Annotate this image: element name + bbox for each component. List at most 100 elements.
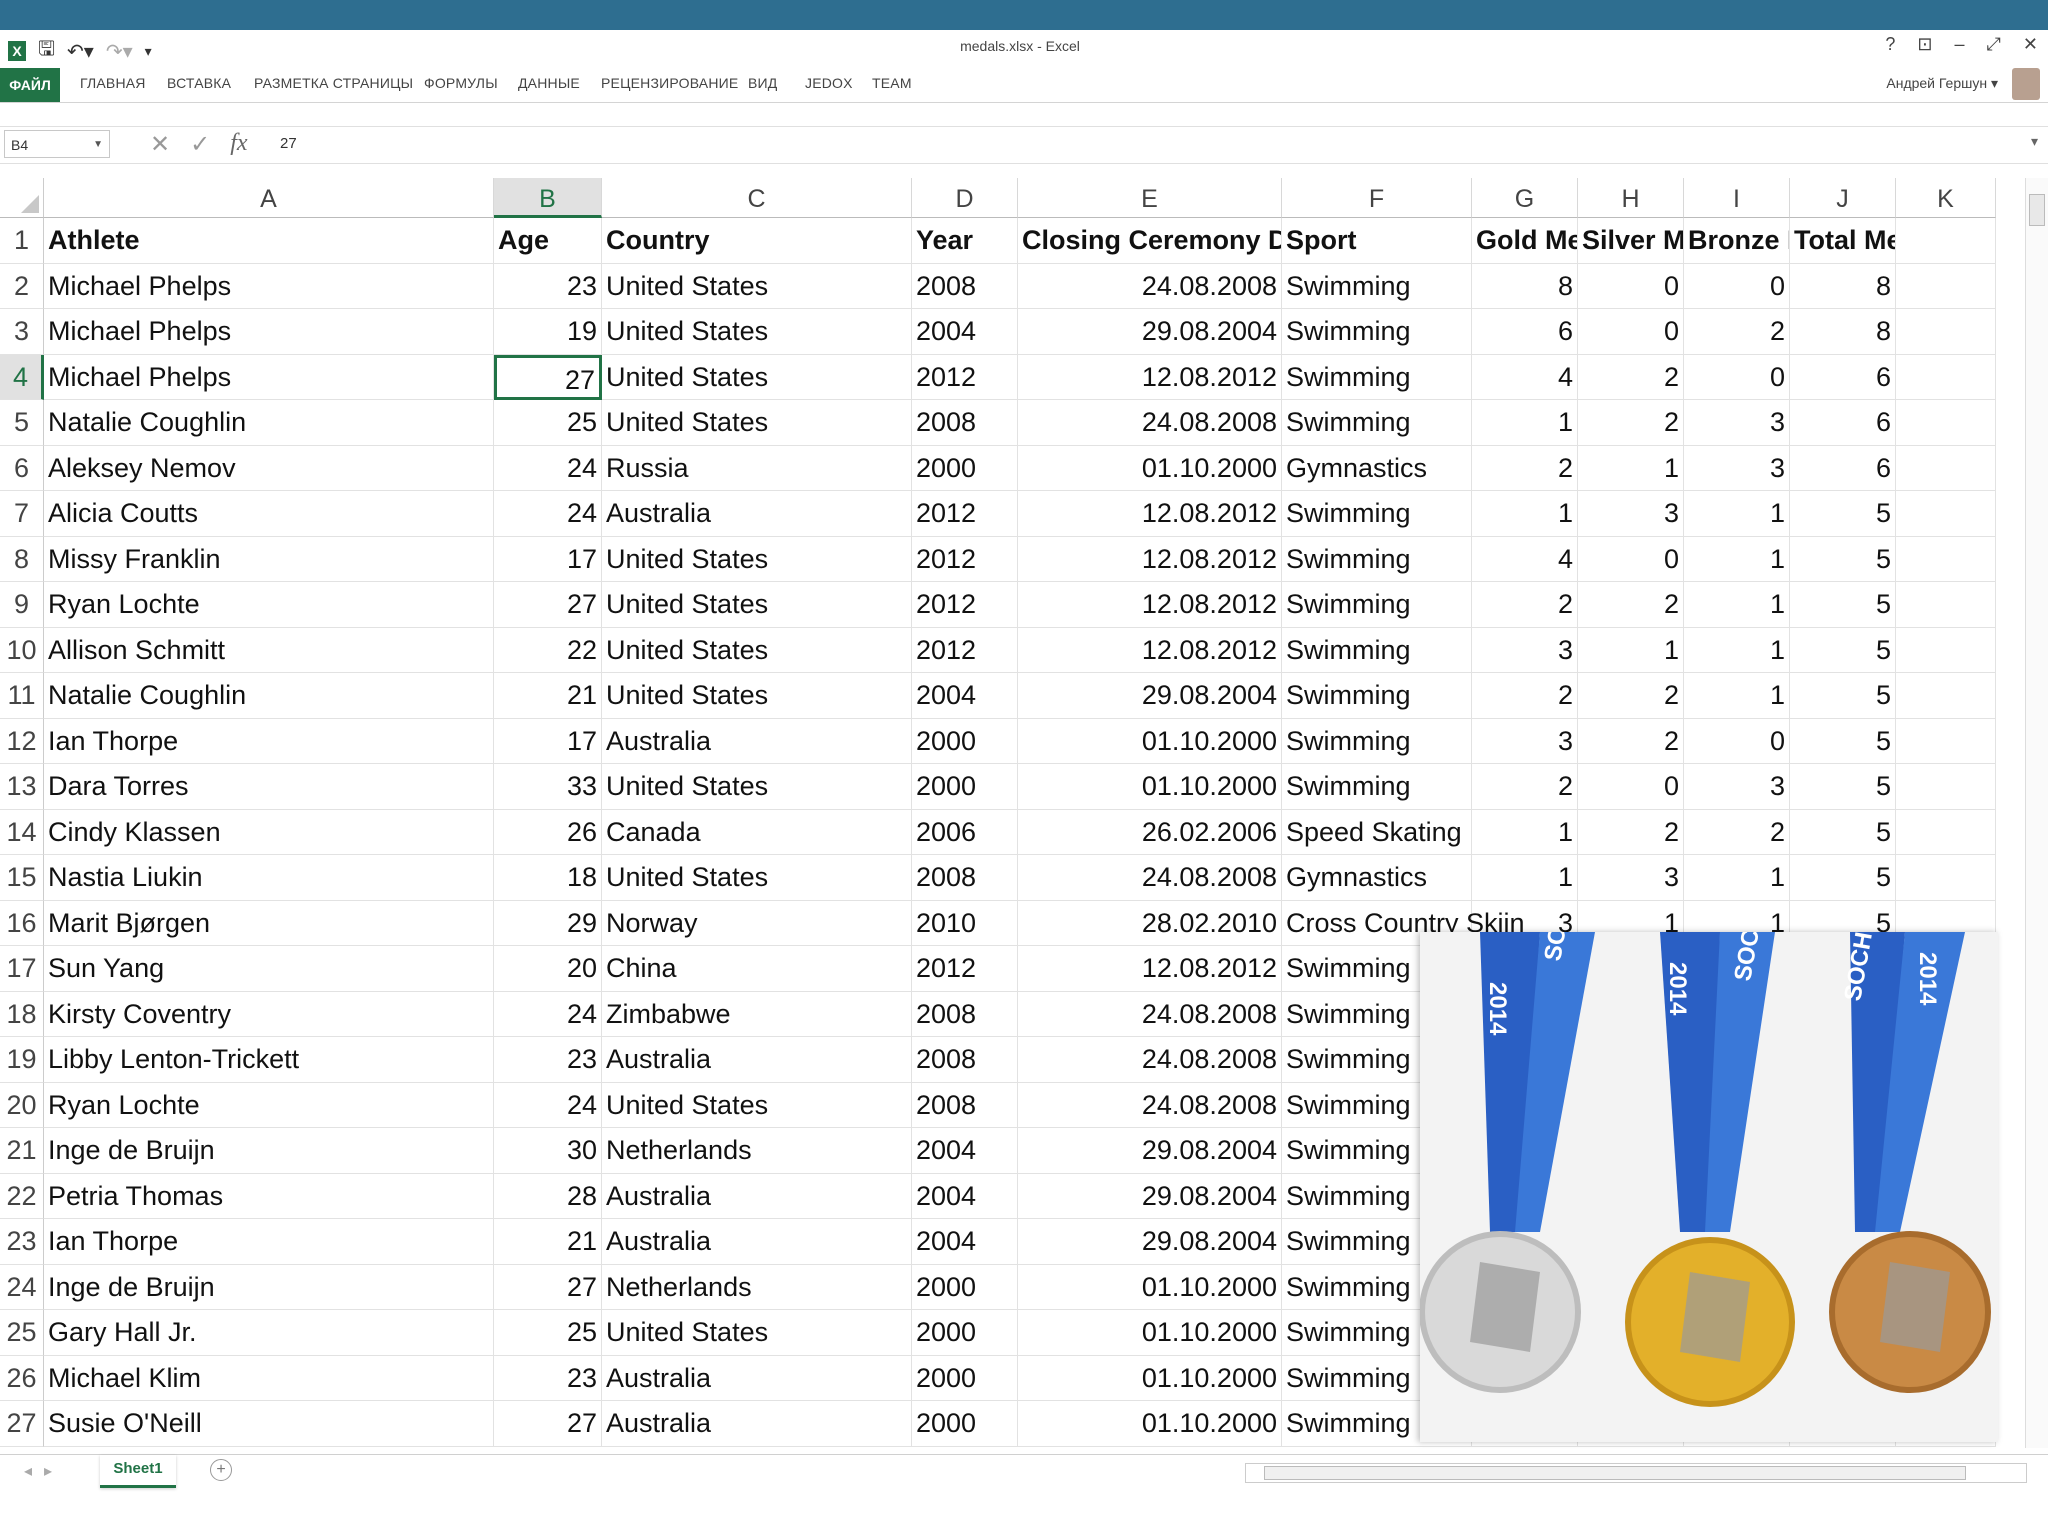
- help-icon[interactable]: ?: [1885, 34, 1895, 55]
- cell-h5[interactable]: 2: [1578, 400, 1684, 446]
- cell-b17[interactable]: 20: [494, 946, 602, 992]
- row-header[interactable]: 12: [0, 718, 44, 764]
- cell-b27[interactable]: 27: [494, 1401, 602, 1447]
- cell-k3[interactable]: [1896, 309, 1996, 355]
- cell-c19[interactable]: Australia: [602, 1037, 912, 1083]
- cell-a13[interactable]: Dara Torres: [44, 764, 494, 810]
- tab-home[interactable]: ГЛАВНАЯ: [80, 75, 146, 91]
- cell-g15[interactable]: 1: [1472, 855, 1578, 901]
- cell-c26[interactable]: Australia: [602, 1355, 912, 1401]
- cell-f7[interactable]: Swimming: [1282, 491, 1472, 537]
- cell-e11[interactable]: 29.08.2004: [1018, 673, 1282, 719]
- cell-k7[interactable]: [1896, 491, 1996, 537]
- tab-data[interactable]: ДАННЫЕ: [518, 75, 580, 91]
- cell-b19[interactable]: 23: [494, 1037, 602, 1083]
- cell-a24[interactable]: Inge de Bruijn: [44, 1264, 494, 1310]
- name-box[interactable]: B4 ▼: [4, 130, 110, 158]
- cell-a2[interactable]: Michael Phelps: [44, 263, 494, 309]
- cell-c7[interactable]: Australia: [602, 491, 912, 537]
- tab-sheet1[interactable]: Sheet1: [100, 1455, 176, 1488]
- cell-e7[interactable]: 12.08.2012: [1018, 491, 1282, 537]
- cell-i13[interactable]: 3: [1684, 764, 1790, 810]
- cell-b1[interactable]: Age: [494, 218, 602, 264]
- cell-i6[interactable]: 3: [1684, 445, 1790, 491]
- avatar[interactable]: [2012, 68, 2040, 100]
- cell-b6[interactable]: 24: [494, 445, 602, 491]
- cell-g2[interactable]: 8: [1472, 263, 1578, 309]
- cell-a6[interactable]: Aleksey Nemov: [44, 445, 494, 491]
- cell-j14[interactable]: 5: [1790, 809, 1896, 855]
- cell-k6[interactable]: [1896, 445, 1996, 491]
- cell-b7[interactable]: 24: [494, 491, 602, 537]
- column-header-e[interactable]: E: [1018, 178, 1282, 218]
- cell-h1[interactable]: Silver Me: [1578, 218, 1684, 264]
- cell-e13[interactable]: 01.10.2000: [1018, 764, 1282, 810]
- cell-g4[interactable]: 4: [1472, 354, 1578, 400]
- cell-e3[interactable]: 29.08.2004: [1018, 309, 1282, 355]
- cancel-icon[interactable]: ✕: [150, 130, 170, 159]
- cell-e16[interactable]: 28.02.2010: [1018, 900, 1282, 946]
- cell-d24[interactable]: 2000: [912, 1264, 1018, 1310]
- cell-i3[interactable]: 2: [1684, 309, 1790, 355]
- cell-d11[interactable]: 2004: [912, 673, 1018, 719]
- row-header[interactable]: 10: [0, 627, 44, 673]
- cell-j13[interactable]: 5: [1790, 764, 1896, 810]
- cell-d10[interactable]: 2012: [912, 627, 1018, 673]
- cell-e18[interactable]: 24.08.2008: [1018, 991, 1282, 1037]
- row-header[interactable]: 26: [0, 1355, 44, 1401]
- cell-c18[interactable]: Zimbabwe: [602, 991, 912, 1037]
- cell-c9[interactable]: United States: [602, 582, 912, 628]
- cell-b3[interactable]: 19: [494, 309, 602, 355]
- horizontal-scrollbar[interactable]: [1245, 1463, 2027, 1483]
- cell-d9[interactable]: 2012: [912, 582, 1018, 628]
- cell-a10[interactable]: Allison Schmitt: [44, 627, 494, 673]
- cell-b24[interactable]: 27: [494, 1264, 602, 1310]
- vertical-scrollbar[interactable]: [2025, 178, 2048, 1448]
- cell-e19[interactable]: 24.08.2008: [1018, 1037, 1282, 1083]
- cell-e25[interactable]: 01.10.2000: [1018, 1310, 1282, 1356]
- cell-i9[interactable]: 1: [1684, 582, 1790, 628]
- cell-c12[interactable]: Australia: [602, 718, 912, 764]
- row-header[interactable]: 19: [0, 1037, 44, 1083]
- cell-f3[interactable]: Swimming: [1282, 309, 1472, 355]
- ribbon-display-icon[interactable]: ⊡: [1917, 34, 1932, 55]
- cell-j15[interactable]: 5: [1790, 855, 1896, 901]
- cell-c10[interactable]: United States: [602, 627, 912, 673]
- row-header[interactable]: 16: [0, 900, 44, 946]
- cell-k8[interactable]: [1896, 536, 1996, 582]
- cell-c16[interactable]: Norway: [602, 900, 912, 946]
- cell-b15[interactable]: 18: [494, 855, 602, 901]
- cell-c25[interactable]: United States: [602, 1310, 912, 1356]
- cell-e15[interactable]: 24.08.2008: [1018, 855, 1282, 901]
- cell-g7[interactable]: 1: [1472, 491, 1578, 537]
- cell-d23[interactable]: 2004: [912, 1219, 1018, 1265]
- cell-b25[interactable]: 25: [494, 1310, 602, 1356]
- cell-e27[interactable]: 01.10.2000: [1018, 1401, 1282, 1447]
- row-header[interactable]: 9: [0, 582, 44, 628]
- tab-view[interactable]: ВИД: [748, 75, 777, 91]
- cell-j10[interactable]: 5: [1790, 627, 1896, 673]
- cell-d2[interactable]: 2008: [912, 263, 1018, 309]
- cell-c3[interactable]: United States: [602, 309, 912, 355]
- cell-i12[interactable]: 0: [1684, 718, 1790, 764]
- cell-g14[interactable]: 1: [1472, 809, 1578, 855]
- cell-e6[interactable]: 01.10.2000: [1018, 445, 1282, 491]
- cell-a7[interactable]: Alicia Coutts: [44, 491, 494, 537]
- cell-e5[interactable]: 24.08.2008: [1018, 400, 1282, 446]
- cell-c1[interactable]: Country: [602, 218, 912, 264]
- tab-formulas[interactable]: ФОРМУЛЫ: [424, 75, 498, 91]
- row-header[interactable]: 11: [0, 673, 44, 719]
- cell-k14[interactable]: [1896, 809, 1996, 855]
- row-header[interactable]: 13: [0, 764, 44, 810]
- cell-a9[interactable]: Ryan Lochte: [44, 582, 494, 628]
- cell-k15[interactable]: [1896, 855, 1996, 901]
- cell-g1[interactable]: Gold Med: [1472, 218, 1578, 264]
- cell-k11[interactable]: [1896, 673, 1996, 719]
- cell-j3[interactable]: 8: [1790, 309, 1896, 355]
- cell-a21[interactable]: Inge de Bruijn: [44, 1128, 494, 1174]
- row-header[interactable]: 4: [0, 354, 44, 400]
- cell-d20[interactable]: 2008: [912, 1082, 1018, 1128]
- cell-i15[interactable]: 1: [1684, 855, 1790, 901]
- cell-f2[interactable]: Swimming: [1282, 263, 1472, 309]
- cell-c13[interactable]: United States: [602, 764, 912, 810]
